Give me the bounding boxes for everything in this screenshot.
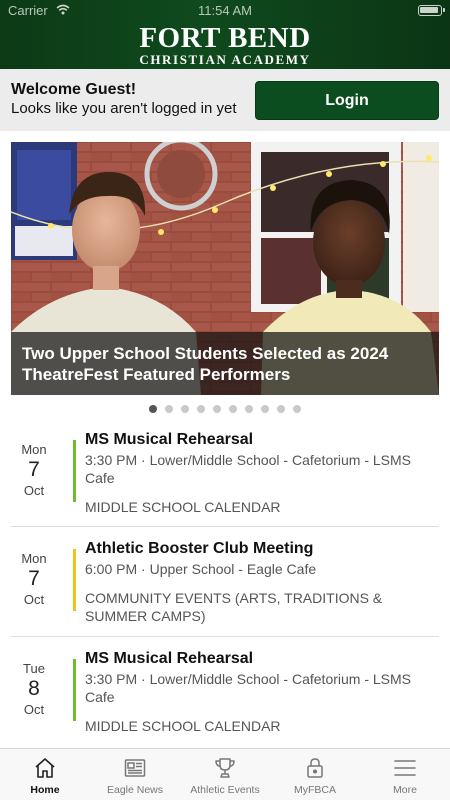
carousel-page-dot[interactable] <box>149 405 157 413</box>
tab-label: MyFBCA <box>294 784 336 796</box>
event-month: Oct <box>23 702 45 717</box>
event-item[interactable]: Mon 7 Oct MS Musical Rehearsal 3:30 PM ·… <box>11 418 439 527</box>
trophy-icon <box>215 758 235 778</box>
event-weekday: Mon <box>21 551 47 566</box>
event-calendar-color-bar <box>73 440 76 502</box>
tab-myfbca[interactable]: MyFBCA <box>270 749 360 800</box>
lock-icon <box>307 758 323 778</box>
carousel-page-dot[interactable] <box>213 405 221 413</box>
welcome-subtitle: Looks like you aren't logged in yet <box>11 100 237 117</box>
home-icon <box>35 758 55 778</box>
event-calendar-name: COMMUNITY EVENTS (ARTS, TRADITIONS & SUM… <box>85 590 383 624</box>
event-day: 8 <box>28 677 40 700</box>
event-details: Athletic Booster Club Meeting 6:00 PM · … <box>85 539 425 625</box>
tab-label: More <box>393 784 417 796</box>
events-list: Mon 7 Oct MS Musical Rehearsal 3:30 PM ·… <box>11 418 439 747</box>
carousel-pagination <box>0 405 450 415</box>
event-title: Athletic Booster Club Meeting <box>85 540 314 557</box>
tab-label: Athletic Events <box>190 784 260 796</box>
tab-label: Eagle News <box>106 784 164 796</box>
tab-label: Home <box>30 784 60 796</box>
logo-title: FORT BEND <box>139 22 311 54</box>
tab-home[interactable]: Home <box>0 749 90 800</box>
event-date: Mon 7 Oct <box>11 551 57 607</box>
event-weekday: Tue <box>23 661 45 676</box>
event-day: 7 <box>28 567 40 590</box>
event-calendar-name: MIDDLE SCHOOL CALENDAR <box>85 718 281 734</box>
event-details: MS Musical Rehearsal 3:30 PM · Lower/Mid… <box>85 430 425 516</box>
carousel-page-dot[interactable] <box>165 405 173 413</box>
menu-icon <box>394 760 416 776</box>
event-calendar-color-bar <box>73 659 76 721</box>
logo-subtitle: CHRISTIAN ACADEMY <box>139 52 311 67</box>
battery-icon <box>418 5 445 16</box>
event-details: MS Musical Rehearsal 3:30 PM · Lower/Mid… <box>85 649 425 735</box>
status-time: 11:54 AM <box>198 3 252 18</box>
event-time-location: 3:30 PM · Lower/Middle School - Cafetori… <box>85 452 412 486</box>
welcome-banner: Welcome Guest! Looks like you aren't log… <box>0 69 450 131</box>
welcome-title: Welcome Guest! <box>11 81 137 98</box>
carousel-page-dot[interactable] <box>181 405 189 413</box>
status-bar: Carrier 11:54 AM <box>0 0 450 20</box>
bottom-tab-bar: Home Eagle News Athletic Events MyFBCA M… <box>0 748 450 800</box>
event-time-location: 3:30 PM · Lower/Middle School - Cafetori… <box>85 671 412 705</box>
event-date: Tue 8 Oct <box>11 661 57 717</box>
newspaper-icon <box>124 759 146 777</box>
event-title: MS Musical Rehearsal <box>85 650 254 667</box>
event-item[interactable]: Mon 7 Oct Athletic Booster Club Meeting … <box>11 527 439 637</box>
carousel-page-dot[interactable] <box>245 405 253 413</box>
tab-athletic-events[interactable]: Athletic Events <box>180 749 270 800</box>
carousel-page-dot[interactable] <box>197 405 205 413</box>
carousel-page-dot[interactable] <box>293 405 301 413</box>
carousel-caption: Two Upper School Students Selected as 20… <box>11 332 439 395</box>
tab-eagle-news[interactable]: Eagle News <box>90 749 180 800</box>
news-carousel-slide[interactable]: Two Upper School Students Selected as 20… <box>11 142 439 395</box>
event-calendar-color-bar <box>73 549 76 611</box>
event-time-location: 6:00 PM · Upper School - Eagle Cafe <box>85 561 317 577</box>
app-header: Carrier 11:54 AM FORT BEND CHRISTIAN ACA… <box>0 0 450 69</box>
carousel-page-dot[interactable] <box>261 405 269 413</box>
tab-more[interactable]: More <box>360 749 450 800</box>
event-month: Oct <box>23 592 45 607</box>
event-weekday: Mon <box>21 442 47 457</box>
login-button[interactable]: Login <box>255 81 439 120</box>
event-month: Oct <box>23 483 45 498</box>
school-logo: FORT BEND CHRISTIAN ACADEMY <box>0 24 450 67</box>
event-day: 7 <box>28 458 40 481</box>
carousel-page-dot[interactable] <box>277 405 285 413</box>
event-title: MS Musical Rehearsal <box>85 431 254 448</box>
event-calendar-name: MIDDLE SCHOOL CALENDAR <box>85 499 281 515</box>
carousel-page-dot[interactable] <box>229 405 237 413</box>
event-item[interactable]: Tue 8 Oct MS Musical Rehearsal 3:30 PM ·… <box>11 637 439 747</box>
event-date: Mon 7 Oct <box>11 442 57 498</box>
